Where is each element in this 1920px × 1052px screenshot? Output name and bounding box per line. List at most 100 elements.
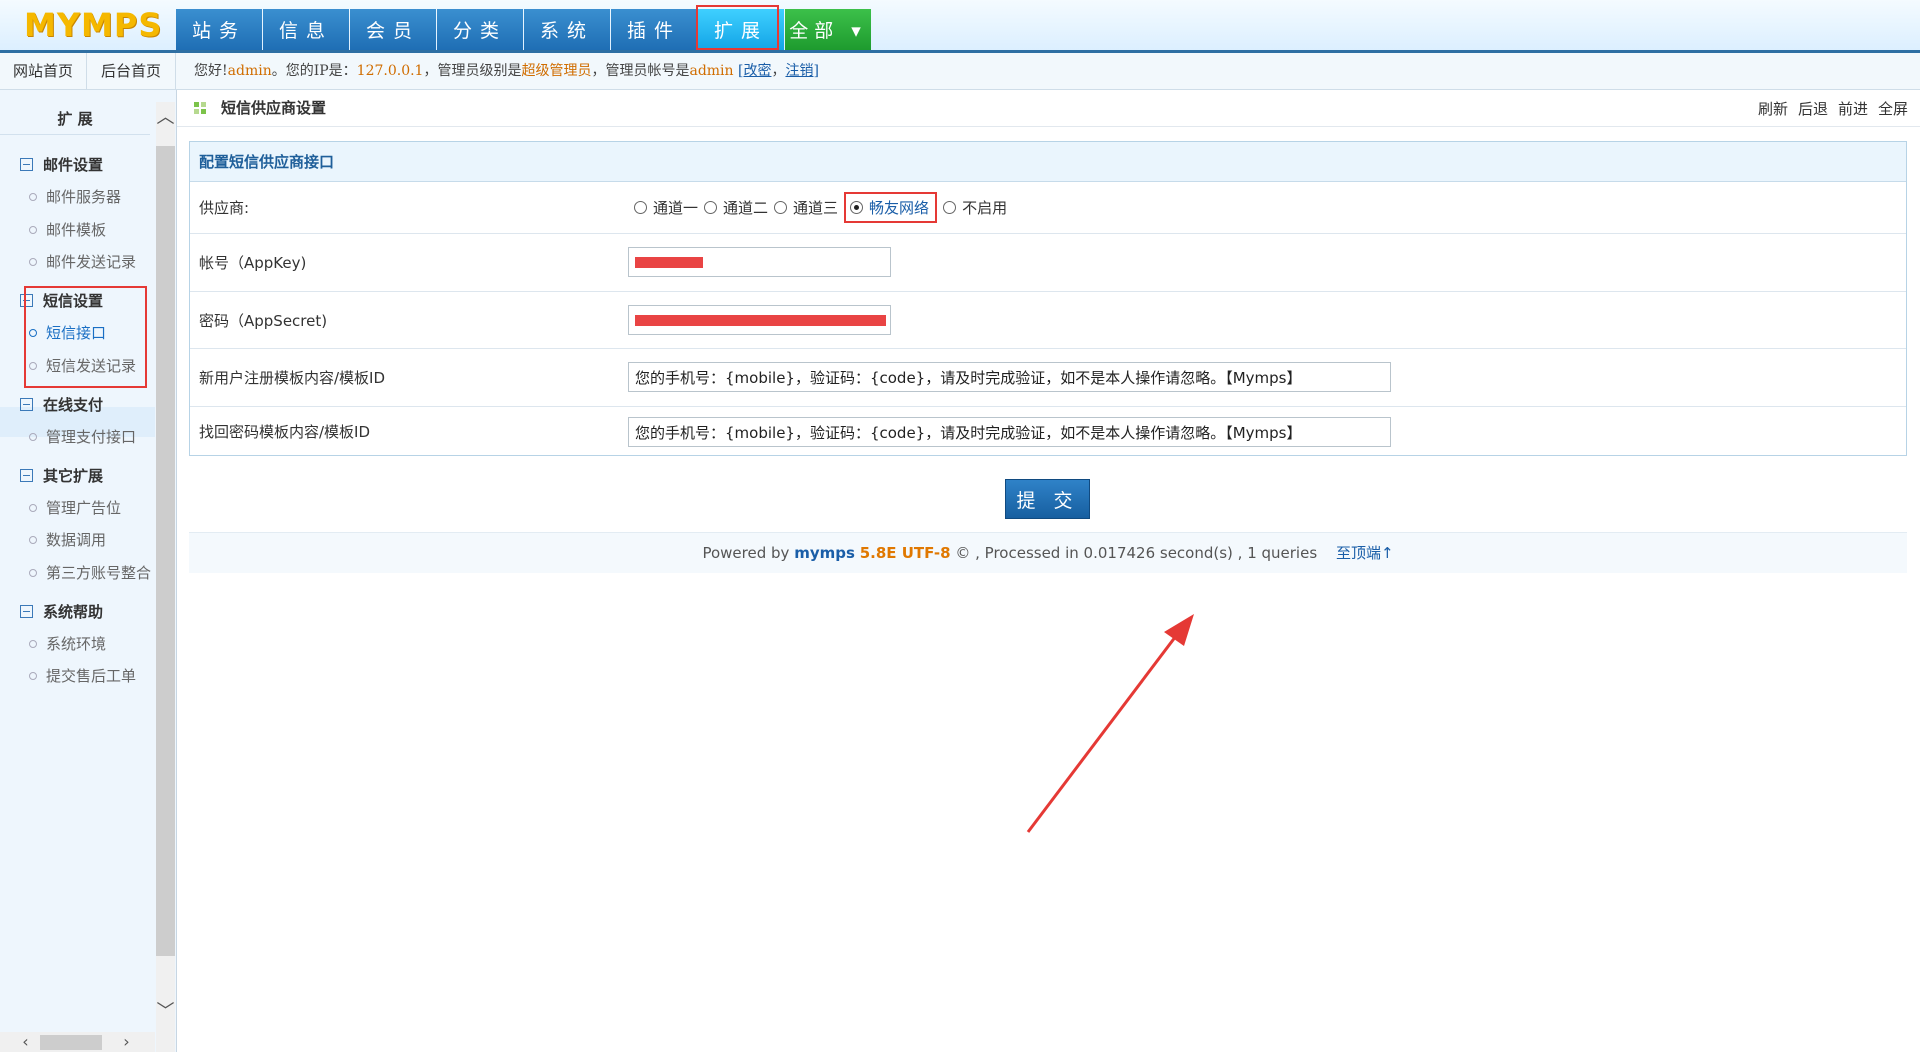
findpwd-template-row: 找回密码模板内容/模板ID	[190, 407, 1906, 455]
collapse-icon	[20, 158, 33, 171]
back-button[interactable]: 后退	[1798, 90, 1828, 128]
radio-icon	[943, 201, 957, 214]
sidebar-item-label: 提交售后工单	[46, 667, 137, 685]
sidebar-group-other[interactable]: 其它扩展	[20, 465, 103, 486]
sidebar-group-label: 其它扩展	[43, 467, 104, 485]
sidebar-group-label: 邮件设置	[43, 156, 104, 174]
bullet-icon	[29, 432, 37, 441]
scroll-up-icon[interactable]: ︿	[156, 108, 175, 128]
admin-home-link[interactable]: 后台首页	[87, 53, 176, 89]
radio-label: 通道一	[653, 199, 699, 217]
sidebar-item-mail-log[interactable]: 邮件发送记录	[29, 251, 136, 272]
greeting: 您好!admin。您的IP是：127.0.0.1，管理员级别是超级管理员，管理员…	[194, 53, 819, 89]
submit-button[interactable]: 提 交	[1005, 479, 1090, 519]
sms-settings-panel: 配置短信供应商接口 供应商: 通道一 通道二 通道三 畅友网络 不启用 帐号（A…	[189, 141, 1907, 456]
back-to-top-link[interactable]: 至顶端↑	[1336, 544, 1394, 562]
panel-title: 配置短信供应商接口	[190, 142, 1906, 182]
provider-radio-group: 通道一 通道二 通道三 畅友网络 不启用	[634, 182, 1013, 233]
sidebar-group-help[interactable]: 系统帮助	[20, 601, 103, 622]
greeting-user: admin	[227, 63, 272, 79]
sidebar-scrollbar[interactable]: ︿ ﹀	[156, 102, 175, 1052]
secret-label: 密码（AppSecret)	[199, 311, 328, 330]
sidebar-item-label: 邮件模板	[46, 221, 107, 239]
sidebar-title: 扩 展	[0, 104, 150, 135]
sidebar-item-mail-template[interactable]: 邮件模板	[29, 219, 106, 240]
sidebar-item-ticket[interactable]: 提交售后工单	[29, 665, 136, 686]
sidebar-group-mail[interactable]: 邮件设置	[20, 154, 103, 175]
nav-tab-system[interactable]: 系统	[524, 9, 610, 50]
main-content: 短信供应商设置 刷新 后退 前进 全屏 配置短信供应商接口 供应商: 通道一 通…	[177, 90, 1920, 1052]
greeting-level-label: ，管理员级别是	[423, 63, 522, 79]
greeting-account: admin	[689, 63, 734, 79]
logout-link[interactable]: 注销	[785, 63, 813, 79]
nav-tab-category[interactable]: 分类	[437, 9, 523, 50]
appkey-label: 帐号（AppKey)	[199, 254, 307, 272]
footer-version: 5.8E UTF-8	[859, 544, 951, 562]
scroll-down-icon[interactable]: ﹀	[156, 1002, 175, 1022]
scroll-right-icon[interactable]: ›	[117, 1032, 136, 1052]
nav-tab-extend[interactable]: 扩展	[698, 9, 784, 50]
findpwd-template-input[interactable]	[628, 417, 1391, 447]
footer: Powered by mymps 5.8E UTF-8 © , Processe…	[189, 532, 1907, 573]
scrollbar-thumb[interactable]	[156, 146, 175, 956]
nav-tab-member[interactable]: 会员	[350, 9, 436, 50]
sidebar-highlight-box	[24, 286, 147, 388]
radio-icon	[774, 201, 788, 214]
radio-label: 通道二	[723, 199, 769, 217]
sidebar-item-payment[interactable]: 管理支付接口	[29, 426, 136, 447]
collapse-icon	[20, 605, 33, 618]
radio-label: 不启用	[962, 199, 1008, 217]
main-nav: 站务 信息 会员 分类 系统 插件 扩展 全部 ▾	[176, 9, 872, 50]
bullet-icon	[29, 639, 37, 648]
sidebar-hscrollbar[interactable]: ‹ ›	[0, 1032, 155, 1052]
radio-label: 畅友网络	[869, 199, 930, 217]
sidebar-item-third-party[interactable]: 第三方账号整合	[29, 562, 151, 583]
sidebar-group-label: 系统帮助	[43, 603, 104, 621]
site-home-link[interactable]: 网站首页	[0, 53, 87, 89]
nav-tab-plugin[interactable]: 插件	[611, 9, 697, 50]
sidebar-item-env[interactable]: 系统环境	[29, 633, 106, 654]
nav-tab-all[interactable]: 全部 ▾	[785, 9, 871, 50]
scroll-left-icon[interactable]: ‹	[16, 1032, 35, 1052]
provider-radio-changyou[interactable]: 畅友网络	[844, 192, 938, 223]
bullet-icon	[29, 535, 37, 544]
sidebar-group-payment[interactable]: 在线支付	[20, 394, 103, 415]
sidebar-item-label: 管理广告位	[46, 499, 122, 517]
toolbar: 刷新 后退 前进 全屏	[1758, 90, 1908, 128]
radio-checked-icon	[850, 201, 864, 214]
fullscreen-button[interactable]: 全屏	[1878, 90, 1908, 128]
greeting-hello: 您好!	[194, 63, 228, 79]
greeting-level: 超级管理员	[521, 63, 592, 79]
provider-radio-disabled[interactable]: 不启用	[943, 197, 1007, 218]
provider-radio-3[interactable]: 通道三	[774, 197, 838, 218]
provider-radio-1[interactable]: 通道一	[634, 197, 698, 218]
refresh-button[interactable]: 刷新	[1758, 90, 1788, 128]
hscrollbar-thumb[interactable]	[40, 1035, 102, 1050]
nav-tab-zhanwu[interactable]: 站务	[176, 9, 262, 50]
sidebar-item-mail-server[interactable]: 邮件服务器	[29, 186, 121, 207]
sidebar-item-data-call[interactable]: 数据调用	[29, 529, 106, 550]
page-title: 短信供应商设置	[221, 99, 327, 117]
register-template-input[interactable]	[628, 362, 1391, 392]
bullet-icon	[29, 192, 37, 201]
sub-bar: 网站首页 后台首页 您好!admin。您的IP是：127.0.0.1，管理员级别…	[0, 53, 1920, 90]
register-template-label: 新用户注册模板内容/模板ID	[199, 369, 386, 387]
radio-label: 通道三	[793, 199, 839, 217]
footer-brand[interactable]: mymps	[794, 544, 855, 562]
logo: MYMPS	[24, 6, 163, 44]
provider-label: 供应商:	[199, 199, 250, 217]
change-password-link[interactable]: 改密	[743, 63, 771, 79]
sidebar-item-ads[interactable]: 管理广告位	[29, 497, 121, 518]
sidebar-item-label: 管理支付接口	[46, 428, 137, 446]
appkey-row: 帐号（AppKey)	[190, 234, 1906, 292]
provider-radio-2[interactable]: 通道二	[704, 197, 768, 218]
bullet-icon	[29, 225, 37, 234]
forward-button[interactable]: 前进	[1838, 90, 1868, 128]
sidebar-group-label: 在线支付	[43, 396, 104, 414]
sidebar-item-label: 系统环境	[46, 635, 107, 653]
footer-powered: Powered by	[702, 544, 790, 562]
sidebar: 扩 展 邮件设置 邮件服务器 邮件模板 邮件发送记录 短信设置 短信接口 短信发…	[0, 90, 177, 1052]
nav-tab-info[interactable]: 信息	[263, 9, 349, 50]
bullet-icon	[29, 503, 37, 512]
comma-sep: ，	[771, 63, 786, 79]
